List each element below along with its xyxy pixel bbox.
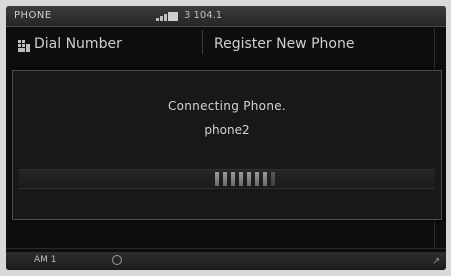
status-bar: PHONE 3 104.1 [6, 6, 446, 27]
bottom-divider [6, 248, 446, 249]
dial-number-button[interactable]: Dial Number [34, 36, 122, 52]
menu-divider [202, 30, 203, 54]
phone-menu: Dial Number Register New Phone [6, 28, 446, 58]
popup-message: Connecting Phone. [167, 99, 287, 113]
resize-corner-icon: ↗ [432, 256, 441, 267]
screen-bezel: PHONE 3 104.1 Dial Number Register New P… [0, 0, 451, 276]
register-new-phone-button[interactable]: Register New Phone [214, 36, 354, 52]
connecting-popup: Connecting Phone. phone2 [12, 70, 442, 220]
bottom-bar: AM 1 ↗ [6, 252, 446, 270]
progress-segment [271, 172, 275, 186]
progress-segment [263, 172, 267, 186]
status-title: PHONE [14, 10, 52, 21]
bottom-label: AM 1 [34, 255, 57, 265]
status-station: 3 104.1 [184, 10, 223, 21]
progress-segment [255, 172, 259, 186]
progress-segment [239, 172, 243, 186]
clock-icon [112, 255, 122, 265]
signal-bars-icon [156, 12, 178, 21]
progress-indicator [215, 172, 275, 186]
keypad-icon [18, 40, 30, 52]
progress-segment [215, 172, 219, 186]
progress-segment [247, 172, 251, 186]
head-unit-display: PHONE 3 104.1 Dial Number Register New P… [6, 6, 446, 270]
popup-device-name: phone2 [204, 123, 250, 137]
progress-segment [223, 172, 227, 186]
progress-segment [231, 172, 235, 186]
